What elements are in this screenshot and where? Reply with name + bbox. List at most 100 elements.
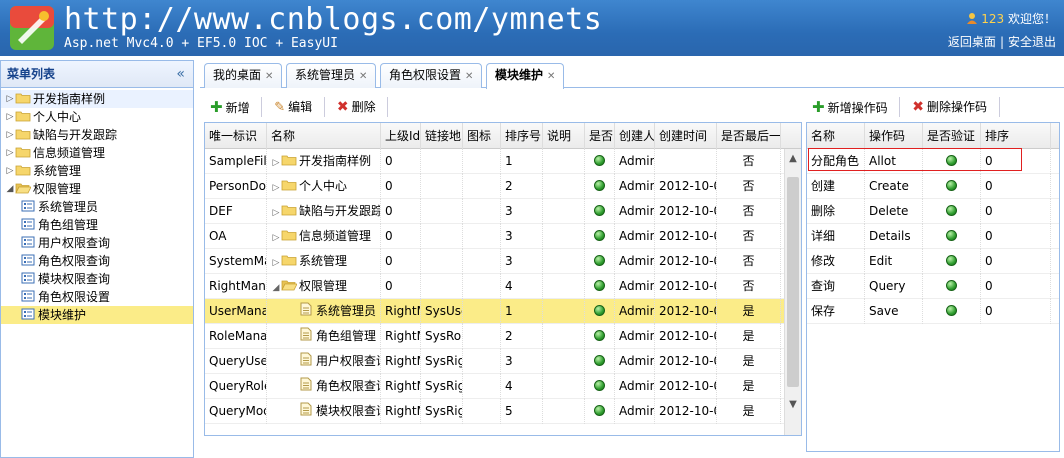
tab-3[interactable]: 模块维护 ✕ — [486, 63, 565, 89]
delete-opcode-button[interactable]: ✖ 删除操作码 — [906, 95, 993, 119]
column-header[interactable]: 操作码 — [865, 123, 923, 149]
logout-link[interactable]: 安全退出 — [1008, 35, 1056, 49]
menu-item-2[interactable]: ▷ 缺陷与开发跟踪 — [1, 126, 193, 144]
table-row[interactable]: OA ▷ 信息频道管理 0 3 Admin 2012-10-0 否 — [205, 224, 801, 249]
column-header[interactable]: 名称 — [267, 123, 381, 149]
add-button[interactable]: ✚ 新增 — [204, 95, 256, 119]
collapsed-arrow-icon[interactable]: ▷ — [5, 126, 15, 144]
menu-item-0[interactable]: ▷ 开发指南样例 — [1, 90, 193, 108]
menu-item-11[interactable]: 角色权限设置 — [1, 288, 193, 306]
collapsed-arrow-icon[interactable]: ▷ — [5, 90, 15, 108]
menu-item-12[interactable]: 模块维护 — [1, 306, 193, 324]
table-cell-enabled — [585, 249, 615, 274]
toolbar-separator — [324, 97, 325, 117]
table-row[interactable]: UserManage 系统管理员 RightMSysUse 1 Admin2012-10… — [205, 299, 801, 324]
menu-item-10[interactable]: 模块权限查询 — [1, 270, 193, 288]
column-header[interactable]: 创建人 — [615, 123, 655, 149]
column-header[interactable]: 是否最后一 — [717, 123, 781, 149]
table-cell-sort: 0 — [981, 274, 1051, 299]
table-row[interactable]: SystemManage▷ 系统管理 0 3 Admin2012-10-0否 — [205, 249, 801, 274]
tab-1[interactable]: 系统管理员 ✕ — [286, 63, 377, 88]
column-header[interactable]: 链接地 — [421, 123, 463, 149]
collapsed-arrow-icon[interactable]: ▷ — [271, 251, 281, 274]
menu-item-8[interactable]: 用户权限查询 — [1, 234, 193, 252]
menu-item-9[interactable]: 角色权限查询 — [1, 252, 193, 270]
table-row[interactable]: RoleManage 角色组管理 RightMSysRol 2 Admin2012-10… — [205, 324, 801, 349]
table-row[interactable]: QueryRole 角色权限查询RightMSysRig 4 Admin2012-10… — [205, 374, 801, 399]
column-header[interactable]: 说明 — [543, 123, 585, 149]
column-header[interactable]: 创建时间 — [655, 123, 717, 149]
scroll-thumb[interactable] — [787, 177, 799, 387]
table-cell-code: Save — [865, 299, 923, 324]
table-row[interactable]: 删除 Delete 0 — [807, 199, 1059, 224]
table-row[interactable]: SampleFile▷ 开发指南样例 0 1 Admin 否 — [205, 149, 801, 174]
table-cell-name: 删除 — [807, 199, 865, 224]
collapsed-arrow-icon[interactable]: ▷ — [5, 144, 15, 162]
expanded-arrow-icon[interactable]: ◢ — [5, 180, 15, 198]
table-cell-sort: 4 — [501, 374, 543, 399]
column-header[interactable]: 上级Id — [381, 123, 421, 149]
column-header[interactable]: 排序号 — [501, 123, 543, 149]
table-row[interactable]: 修改 Edit 0 — [807, 249, 1059, 274]
column-header[interactable]: 是否验证 — [923, 123, 981, 149]
logo-icon — [10, 6, 54, 50]
collapsed-arrow-icon[interactable]: ▷ — [271, 176, 281, 199]
return-desktop-link[interactable]: 返回桌面 — [948, 35, 996, 49]
column-header[interactable]: 名称 — [807, 123, 865, 149]
scroll-up-icon[interactable]: ▲ — [785, 151, 801, 167]
tab-2[interactable]: 角色权限设置 ✕ — [380, 63, 483, 88]
collapsed-arrow-icon[interactable]: ▷ — [5, 162, 15, 180]
menu-item-5[interactable]: ◢ 权限管理 — [1, 180, 193, 198]
table-row[interactable]: QueryUser 用户权限查询RightMSysRig 3 Admin2012-10… — [205, 349, 801, 374]
collapsed-arrow-icon[interactable]: ▷ — [271, 226, 281, 249]
menu-item-6[interactable]: 系统管理员 — [1, 198, 193, 216]
user-name: 123 — [981, 12, 1005, 26]
column-header[interactable]: 图标 — [463, 123, 501, 149]
table-row[interactable]: 查询 Query 0 — [807, 274, 1059, 299]
add-opcode-button[interactable]: ✚ 新增操作码 — [806, 95, 894, 119]
close-icon[interactable]: ✕ — [265, 71, 273, 82]
opcode-toolbar: ✚ 新增操作码 ✖ 删除操作码 — [806, 92, 1002, 122]
table-row[interactable]: RightManage◢ 权限管理 0 4 Admin2012-10-0否 — [205, 274, 801, 299]
menu-item-7[interactable]: 角色组管理 — [1, 216, 193, 234]
collapsed-arrow-icon[interactable]: ▷ — [271, 201, 281, 224]
column-header[interactable]: 唯一标识 — [205, 123, 267, 149]
close-icon[interactable]: ✕ — [465, 71, 473, 82]
close-icon[interactable]: ✕ — [359, 71, 367, 82]
table-cell-sort: 5 — [501, 399, 543, 424]
delete-button[interactable]: ✖ 删除 — [331, 95, 382, 119]
table-row[interactable]: 分配角色 Allot 0 — [807, 149, 1059, 174]
table-row[interactable]: 详细 Details 0 — [807, 224, 1059, 249]
menu-item-1[interactable]: ▷ 个人中心 — [1, 108, 193, 126]
collapse-menu-button[interactable]: « — [176, 61, 185, 87]
table-cell-enabled — [585, 149, 615, 174]
menu-item-label: 角色权限设置 — [38, 290, 111, 304]
module-grid: 唯一标识 名称 上级Id 链接地 图标 排序号 说明 是否 创建人 创建时间 是否最后一 Sampl… — [204, 122, 802, 436]
tab-0[interactable]: 我的桌面 ✕ — [204, 63, 283, 88]
edit-button[interactable]: ✎ 编辑 — [268, 95, 318, 119]
table-cell-name: 分配角色 — [807, 149, 865, 174]
site-url: http://www.cnblogs.com/ymnets — [64, 2, 603, 37]
module-page-icon — [21, 271, 35, 284]
table-cell-desc — [543, 199, 585, 224]
table-cell-creator: Admin — [615, 249, 655, 274]
table-cell-last: 是 — [717, 399, 781, 424]
menu-item-3[interactable]: ▷ 信息频道管理 — [1, 144, 193, 162]
folder-icon — [281, 200, 297, 216]
column-header[interactable]: 排序 — [981, 123, 1051, 149]
menu-item-4[interactable]: ▷ 系统管理 — [1, 162, 193, 180]
table-row[interactable]: PersonDoc▷ 个人中心 0 2 Admin 2012-10-0 否 — [205, 174, 801, 199]
expanded-arrow-icon[interactable]: ◢ — [271, 276, 281, 299]
close-icon[interactable]: ✕ — [547, 71, 555, 82]
collapsed-arrow-icon[interactable]: ▷ — [271, 151, 281, 174]
module-grid-scrollbar[interactable]: ▲ ▼ — [784, 149, 801, 435]
menu-panel-header: 菜单列表 « — [1, 61, 193, 88]
scroll-down-icon[interactable]: ▼ — [785, 397, 801, 413]
table-row[interactable]: QueryModule 模块权限查询RightMSysRig 5 Admin2012-… — [205, 399, 801, 424]
table-row[interactable]: DEF ▷ 缺陷与开发跟踪 0 3 Admin 2012-10-0 否 — [205, 199, 801, 224]
table-row[interactable]: 保存 Save 0 — [807, 299, 1059, 324]
column-header[interactable]: 是否 — [585, 123, 615, 149]
collapsed-arrow-icon[interactable]: ▷ — [5, 108, 15, 126]
table-row[interactable]: 创建 Create 0 — [807, 174, 1059, 199]
table-cell-parent: 0 — [381, 224, 421, 249]
